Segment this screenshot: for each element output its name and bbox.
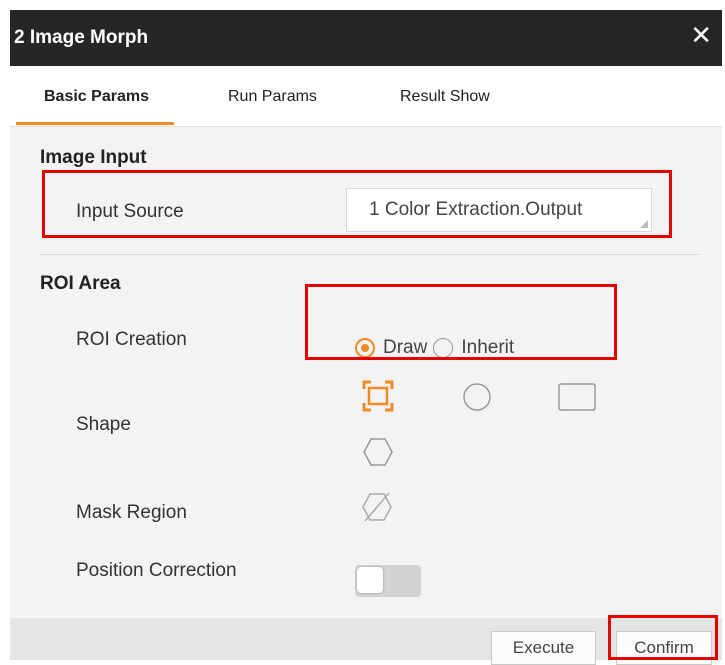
- hexagon-icon[interactable]: [362, 436, 394, 468]
- tab-result-show[interactable]: Result Show: [400, 88, 490, 106]
- roi-area-heading: ROI Area: [40, 273, 121, 294]
- rectangle-icon[interactable]: [558, 382, 596, 412]
- image-input-heading: Image Input: [40, 147, 147, 168]
- section-divider: [40, 254, 700, 255]
- bounding-box-icon[interactable]: [362, 380, 394, 412]
- dialog-titlebar: 2 Image Morph ✕: [10, 10, 722, 66]
- toggle-knob: [357, 567, 383, 593]
- tab-basic-params[interactable]: Basic Params: [44, 88, 149, 106]
- shape-label: Shape: [76, 414, 131, 435]
- roi-creation-label: ROI Creation: [76, 329, 187, 350]
- dialog-title: 2 Image Morph: [14, 27, 149, 48]
- circle-icon[interactable]: [461, 381, 493, 413]
- position-correction-toggle[interactable]: [355, 565, 421, 597]
- mask-region-label: Mask Region: [76, 502, 187, 523]
- tab-run-params[interactable]: Run Params: [228, 88, 317, 106]
- confirm-button-highlight: [608, 615, 718, 660]
- close-icon[interactable]: ✕: [690, 22, 712, 48]
- image-morph-dialog: 2 Image Morph ✕ Basic Params Run Params …: [10, 10, 722, 665]
- active-tab-indicator: [16, 122, 174, 125]
- roi-creation-highlight: [305, 284, 617, 360]
- input-source-highlight: [42, 170, 672, 238]
- tab-bar: Basic Params Run Params Result Show: [10, 66, 722, 127]
- position-correction-label: Position Correction: [76, 560, 237, 581]
- mask-disabled-icon[interactable]: [361, 490, 393, 524]
